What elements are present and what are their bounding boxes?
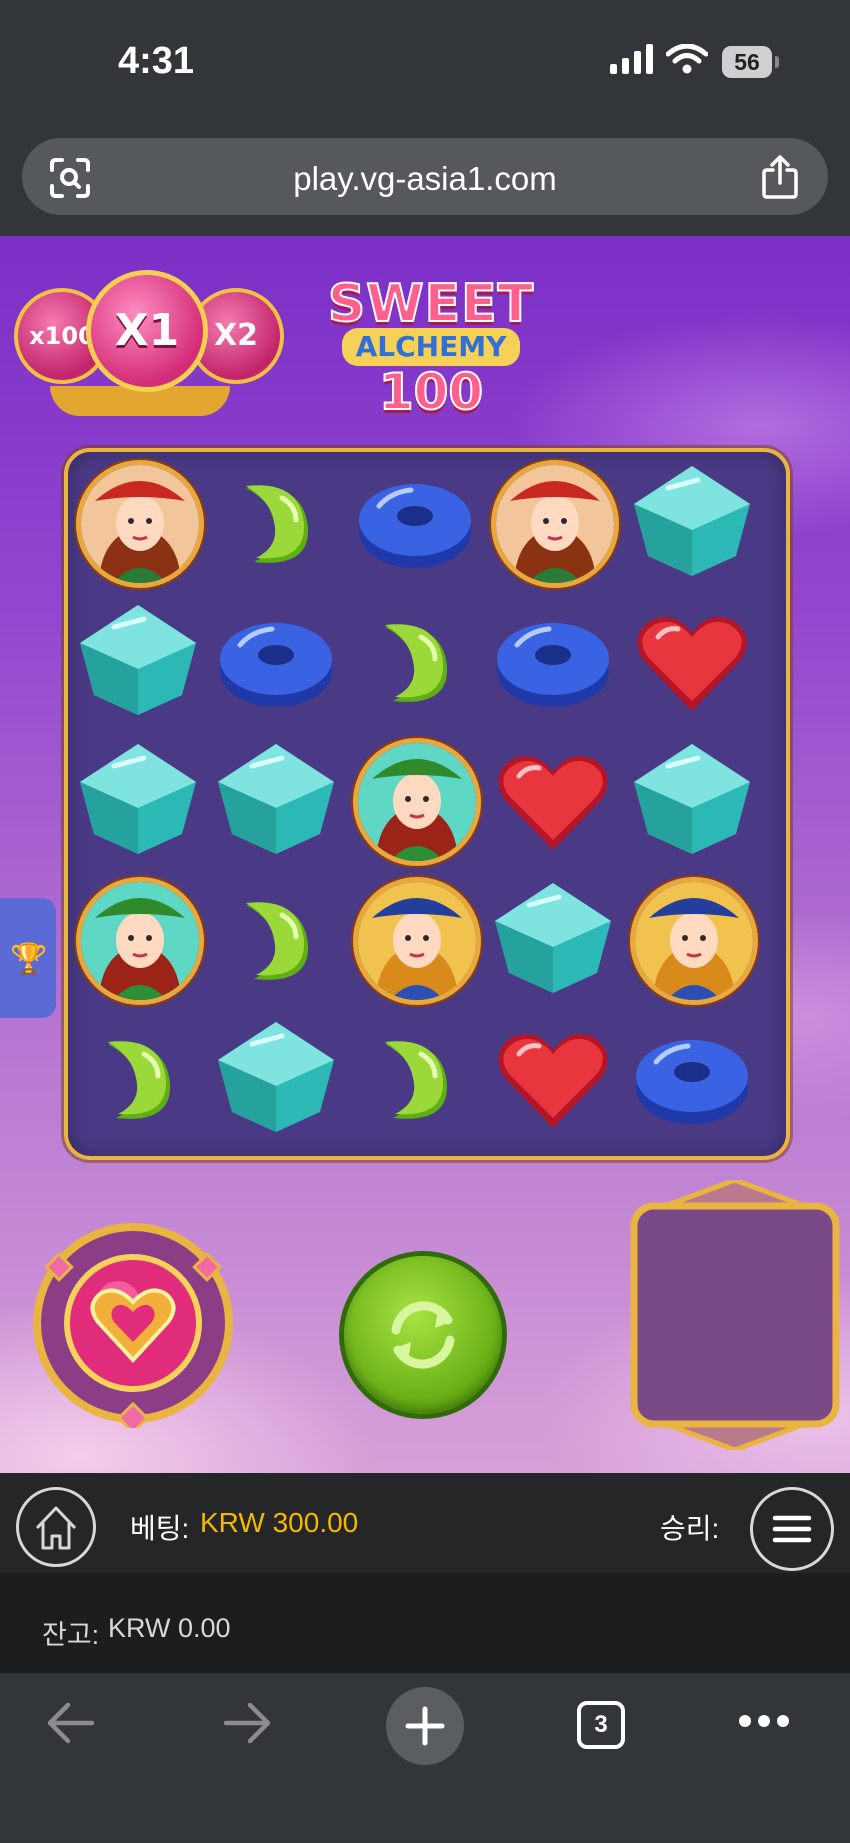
symbol-green-bean <box>351 1014 479 1142</box>
win-display-panel <box>630 1180 840 1450</box>
balance-bar: 잔고: KRW 0.00 <box>0 1573 850 1673</box>
symbol-witch-blue <box>628 875 758 1005</box>
symbol-green-bean <box>351 597 479 725</box>
witch-blue-portrait <box>353 877 481 1005</box>
symbol-witch-blue <box>351 875 481 1005</box>
symbol-green-bean <box>74 1014 202 1142</box>
symbol-witch-red <box>74 458 204 588</box>
url-text: play.vg-asia1.com <box>293 160 557 197</box>
back-arrow-icon[interactable] <box>44 1701 96 1745</box>
spin-arrows-icon <box>391 1301 455 1369</box>
symbol-blue-ring <box>628 1014 756 1142</box>
balance-label: 잔고: <box>42 1620 100 1650</box>
spin-button[interactable] <box>344 1256 502 1414</box>
witch-red-portrait <box>76 460 204 588</box>
tabs-button[interactable]: 3 <box>577 1701 625 1749</box>
browser-address-area: play.vg-asia1.com <box>0 130 850 236</box>
bet-label: 베팅: <box>130 1513 190 1544</box>
balance-amount: KRW 0.00 <box>108 1613 231 1643</box>
game-canvas[interactable]: x100 X2 X1 SWEET ALCHEMY 100 🏆 <box>0 236 850 1473</box>
forward-arrow-icon[interactable] <box>222 1701 274 1745</box>
win-label: 승리: <box>660 1513 720 1544</box>
hamburger-icon <box>772 1515 812 1543</box>
symbol-green-bean <box>212 875 340 1003</box>
menu-button[interactable] <box>750 1487 834 1571</box>
new-tab-button[interactable] <box>386 1687 464 1765</box>
wifi-icon <box>666 44 708 74</box>
symbol-red-heart <box>489 736 617 864</box>
witch-blue-portrait <box>630 877 758 1005</box>
logo-sweet: SWEET <box>327 274 535 334</box>
symbol-teal-gem <box>74 736 202 864</box>
symbol-witch-red <box>489 458 619 588</box>
bet-bar: 베팅: KRW 300.00 승리: <box>0 1473 850 1573</box>
symbol-witch-green <box>351 736 481 866</box>
symbol-witch-green <box>74 875 204 1005</box>
witch-red-portrait <box>491 460 619 588</box>
logo-alchemy: ALCHEMY <box>341 328 521 366</box>
cellular-signal-icon <box>610 44 653 74</box>
symbol-blue-ring <box>212 597 340 725</box>
share-icon[interactable] <box>760 154 800 200</box>
browser-toolbar: 3 <box>0 1673 850 1843</box>
symbol-blue-ring <box>351 458 479 586</box>
home-icon <box>35 1506 77 1550</box>
address-bar[interactable]: play.vg-asia1.com <box>22 138 828 215</box>
bet-amount[interactable]: KRW 300.00 <box>200 1507 358 1539</box>
trophy-icon: 🏆 <box>10 943 48 976</box>
symbol-teal-gem <box>628 736 756 864</box>
symbol-green-bean <box>212 458 340 586</box>
symbol-blue-ring <box>489 597 617 725</box>
status-bar: 4:31 56 <box>0 0 850 130</box>
more-options-icon[interactable] <box>738 1713 790 1729</box>
symbol-teal-gem <box>628 458 756 586</box>
plus-icon <box>405 1706 445 1746</box>
symbol-teal-gem <box>74 597 202 725</box>
witch-green-portrait <box>353 738 481 866</box>
symbol-teal-gem <box>212 736 340 864</box>
reel-grid <box>64 448 790 1160</box>
clock: 4:31 <box>118 40 195 82</box>
symbol-teal-gem <box>212 1014 340 1142</box>
symbol-red-heart <box>628 597 756 725</box>
battery-icon: 56 <box>722 46 772 78</box>
game-logo: SWEET ALCHEMY 100 <box>296 274 566 421</box>
symbol-teal-gem <box>489 875 617 1003</box>
battery-tip <box>775 56 779 68</box>
home-button[interactable] <box>16 1487 96 1567</box>
leaderboard-tab[interactable]: 🏆 <box>0 898 56 1018</box>
logo-100: 100 <box>378 363 484 421</box>
witch-green-portrait <box>76 877 204 1005</box>
buy-feature-button[interactable] <box>28 1218 238 1428</box>
multiplier-orb-x1: X1 <box>86 270 208 392</box>
symbol-red-heart <box>489 1014 617 1142</box>
